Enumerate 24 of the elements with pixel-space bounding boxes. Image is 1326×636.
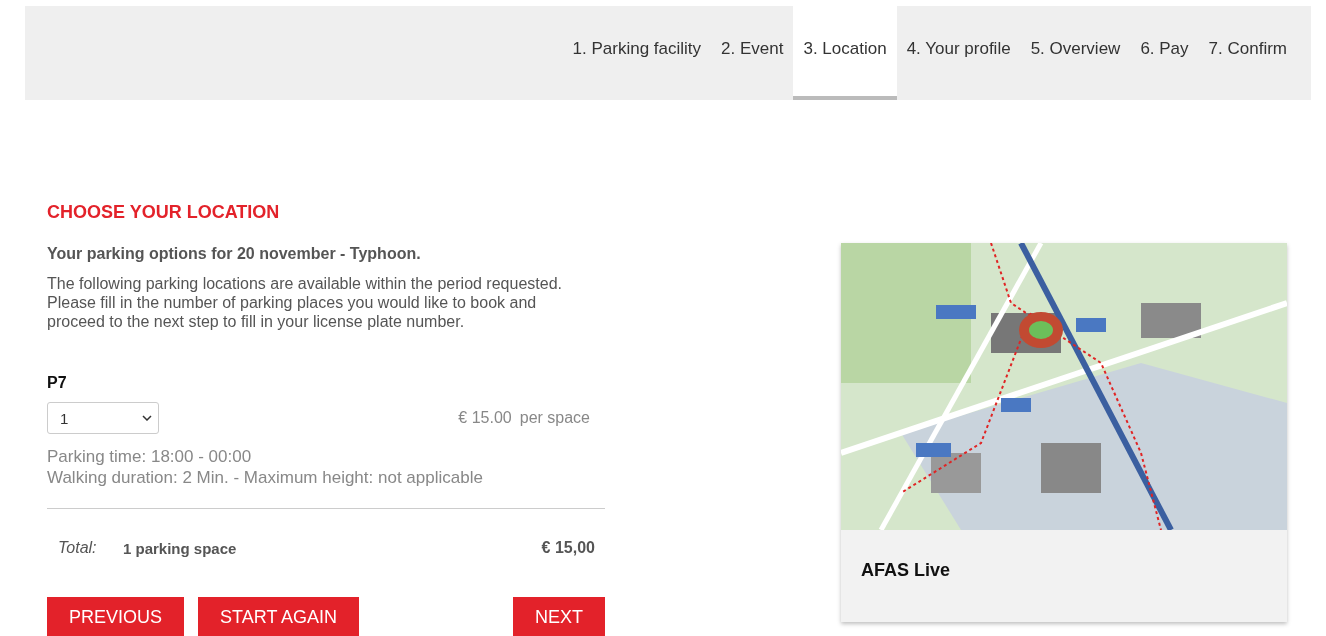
step-tab[interactable]: 7. Confirm: [1198, 6, 1297, 100]
detail-line: Parking time: 18:00 - 00:00: [47, 446, 253, 467]
total-label: Total:: [58, 539, 98, 557]
detail-line: Walking duration: 2 Min. - Maximum height: not applicable: [47, 467, 484, 488]
step-tab[interactable]: 5. Overview: [1020, 6, 1131, 100]
previous-button[interactable]: PREVIOUS: [47, 597, 185, 636]
quantity-select[interactable]: 1: [47, 402, 159, 434]
section-heading: CHOOSE YOUR LOCATION: [47, 202, 281, 223]
intro-paragraph: The following parking locations are available within the period requested. Please fill in the number of parking places you would like to book and proceed to the next step to fill in your license plate number.: [47, 274, 563, 331]
step-tab[interactable]: 3. Location: [793, 6, 897, 100]
step-tab[interactable]: 4. Your profile: [896, 6, 1021, 100]
total-description: 1 parking space: [123, 539, 237, 557]
facility-name: P7: [47, 374, 68, 392]
subtitle: Your parking options for 20 november - Typhoon.: [47, 245, 422, 263]
location-title: AFAS Live: [861, 560, 951, 581]
price: € 15.00: [458, 409, 512, 427]
next-button[interactable]: NEXT: [513, 597, 605, 636]
step-tab[interactable]: 6. Pay: [1130, 6, 1199, 100]
chevron-down-icon: [142, 415, 152, 421]
start-again-button[interactable]: START AGAIN: [198, 597, 360, 636]
step-tab[interactable]: 2. Event: [711, 6, 794, 100]
total-amount: € 15,00: [541, 539, 595, 557]
price-unit: per space: [519, 409, 590, 427]
step-tab[interactable]: 1. Parking facility: [562, 6, 712, 100]
